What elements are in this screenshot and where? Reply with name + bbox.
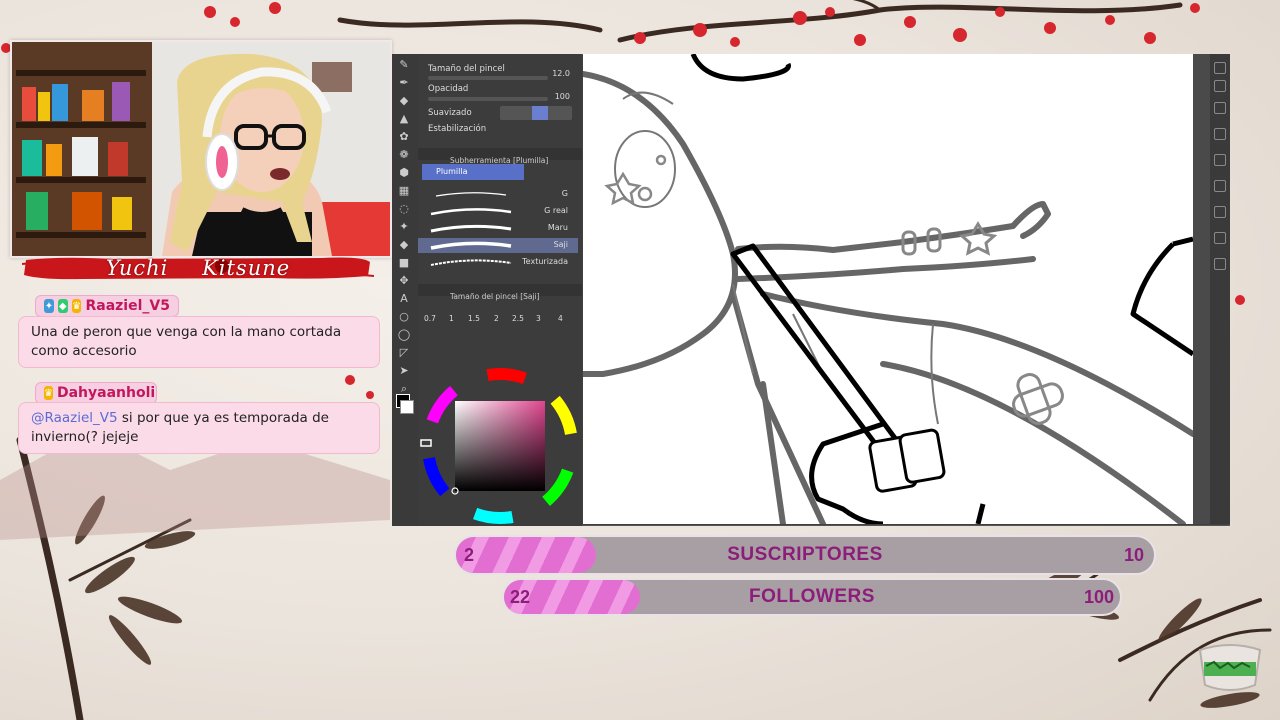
move-icon[interactable]: ✥ bbox=[396, 274, 412, 288]
ruler-icon[interactable]: ◸ bbox=[396, 346, 412, 360]
eraser-icon[interactable]: ◆ bbox=[396, 94, 412, 108]
lasso-icon[interactable]: ◌ bbox=[396, 202, 412, 216]
brush-size-preset[interactable]: 2.5 bbox=[512, 314, 524, 323]
follower-goal-target: 100 bbox=[1083, 586, 1114, 607]
background-color[interactable] bbox=[400, 400, 414, 414]
fill-icon[interactable]: ⬢ bbox=[396, 166, 412, 180]
tool-bar: ✎ ✒ ◆ ▲ ✿ ❁ ⬢ ▦ ◌ ✦ ◆ ■ ✥ A ○ ◯ ◸ ➤ ⌕ ⟋ bbox=[392, 54, 419, 526]
bucket-icon[interactable]: ◆ bbox=[396, 238, 412, 252]
brush-size-preset[interactable]: 1 bbox=[449, 314, 454, 323]
chat-username: ♛ Dahyaanholi bbox=[35, 382, 157, 404]
brush-icon[interactable]: ✒ bbox=[396, 76, 412, 90]
subscriber-goal-bar: SUSCRIPTORES 2 10 bbox=[454, 535, 1156, 575]
follower-goal-bar: FOLLOWERS 22 100 bbox=[502, 578, 1122, 616]
vip-icon: ◆ bbox=[57, 299, 68, 313]
chat-message: @Raaziel_V5 si por que ya es temporada d… bbox=[18, 402, 380, 454]
brush-item[interactable]: Maru bbox=[418, 221, 578, 236]
moderator-icon: ✦ bbox=[44, 299, 54, 313]
brush-size-row[interactable]: Tamaño del pincel 12.0 bbox=[418, 62, 582, 84]
grid-icon[interactable]: ▦ bbox=[396, 184, 412, 198]
panel-icon[interactable] bbox=[1214, 128, 1226, 140]
brush-size-preset[interactable]: 2 bbox=[494, 314, 499, 323]
crown-icon: ♛ bbox=[44, 386, 53, 400]
brush-item[interactable]: G bbox=[418, 187, 578, 202]
chat-message: Una de peron que venga con la mano corta… bbox=[18, 316, 380, 368]
chat-mention: @Raaziel_V5 bbox=[31, 410, 118, 426]
close-icon[interactable] bbox=[1214, 102, 1226, 114]
panel-icon[interactable] bbox=[1214, 180, 1226, 192]
balloon-icon[interactable]: ◯ bbox=[396, 328, 412, 342]
magic-wand-icon[interactable]: ✦ bbox=[396, 220, 412, 234]
subscriber-goal-label: SUSCRIPTORES bbox=[727, 544, 883, 565]
brush-size-preset[interactable]: 4 bbox=[558, 314, 563, 323]
right-command-bar bbox=[1210, 54, 1230, 524]
brush-item-selected[interactable]: Saji bbox=[418, 238, 578, 253]
brush-size-preset[interactable]: 1.5 bbox=[468, 314, 480, 323]
crown-icon: ♛ bbox=[71, 299, 82, 313]
panel-icon[interactable] bbox=[1214, 206, 1226, 218]
decoration-icon[interactable]: ❁ bbox=[396, 148, 412, 162]
text-icon[interactable]: A bbox=[396, 292, 412, 306]
brush-size-preset[interactable]: 0.7 bbox=[424, 314, 436, 323]
panel-icon[interactable] bbox=[1214, 62, 1226, 74]
shape-icon[interactable]: ○ bbox=[396, 310, 412, 324]
brush-size-header: Tamaño del pincel [Saji] bbox=[418, 284, 582, 301]
gradient-icon[interactable]: ■ bbox=[396, 256, 412, 270]
tool-property-panel: Tamaño del pincel 12.0 Opacidad 100 Suav… bbox=[418, 54, 582, 526]
streamer-name: Yuchi Kitsune bbox=[105, 256, 291, 280]
follower-goal-label: FOLLOWERS bbox=[749, 586, 875, 607]
panel-icon[interactable] bbox=[1214, 258, 1226, 270]
webcam-feed bbox=[10, 40, 392, 258]
airbrush-icon[interactable]: ▲ bbox=[396, 112, 412, 126]
chat-username: ✦ ◆ ♛ Raaziel_V5 bbox=[35, 295, 179, 317]
brush-size-presets: 0.7 1 1.5 2 2.5 3 4 bbox=[418, 298, 582, 326]
subtool-header: Subherramienta [Plumilla] bbox=[418, 148, 582, 165]
brush-item[interactable]: G real bbox=[418, 204, 578, 219]
blend-icon[interactable]: ✿ bbox=[396, 130, 412, 144]
panel-icon[interactable] bbox=[1214, 80, 1226, 92]
drawing-canvas[interactable] bbox=[583, 54, 1193, 524]
follower-goal-current: 22 bbox=[510, 586, 531, 607]
operation-icon[interactable]: ➤ bbox=[396, 364, 412, 378]
subscriber-goal-current: 2 bbox=[464, 544, 475, 565]
stabilization-row[interactable]: Estabilización bbox=[418, 122, 582, 144]
brush-size-preset[interactable]: 3 bbox=[536, 314, 541, 323]
opacity-row[interactable]: Opacidad 100 bbox=[418, 82, 582, 104]
brush-item[interactable]: Texturizada bbox=[418, 255, 578, 270]
canvas-scrollbar[interactable] bbox=[1193, 54, 1210, 524]
subscriber-goal-target: 10 bbox=[1123, 544, 1144, 565]
color-wheel[interactable] bbox=[418, 364, 582, 526]
pen-icon[interactable]: ✎ bbox=[396, 58, 412, 72]
panel-icon[interactable] bbox=[1214, 232, 1226, 244]
subtool-group-tab[interactable]: Plumilla bbox=[422, 164, 524, 180]
panel-icon[interactable] bbox=[1214, 154, 1226, 166]
